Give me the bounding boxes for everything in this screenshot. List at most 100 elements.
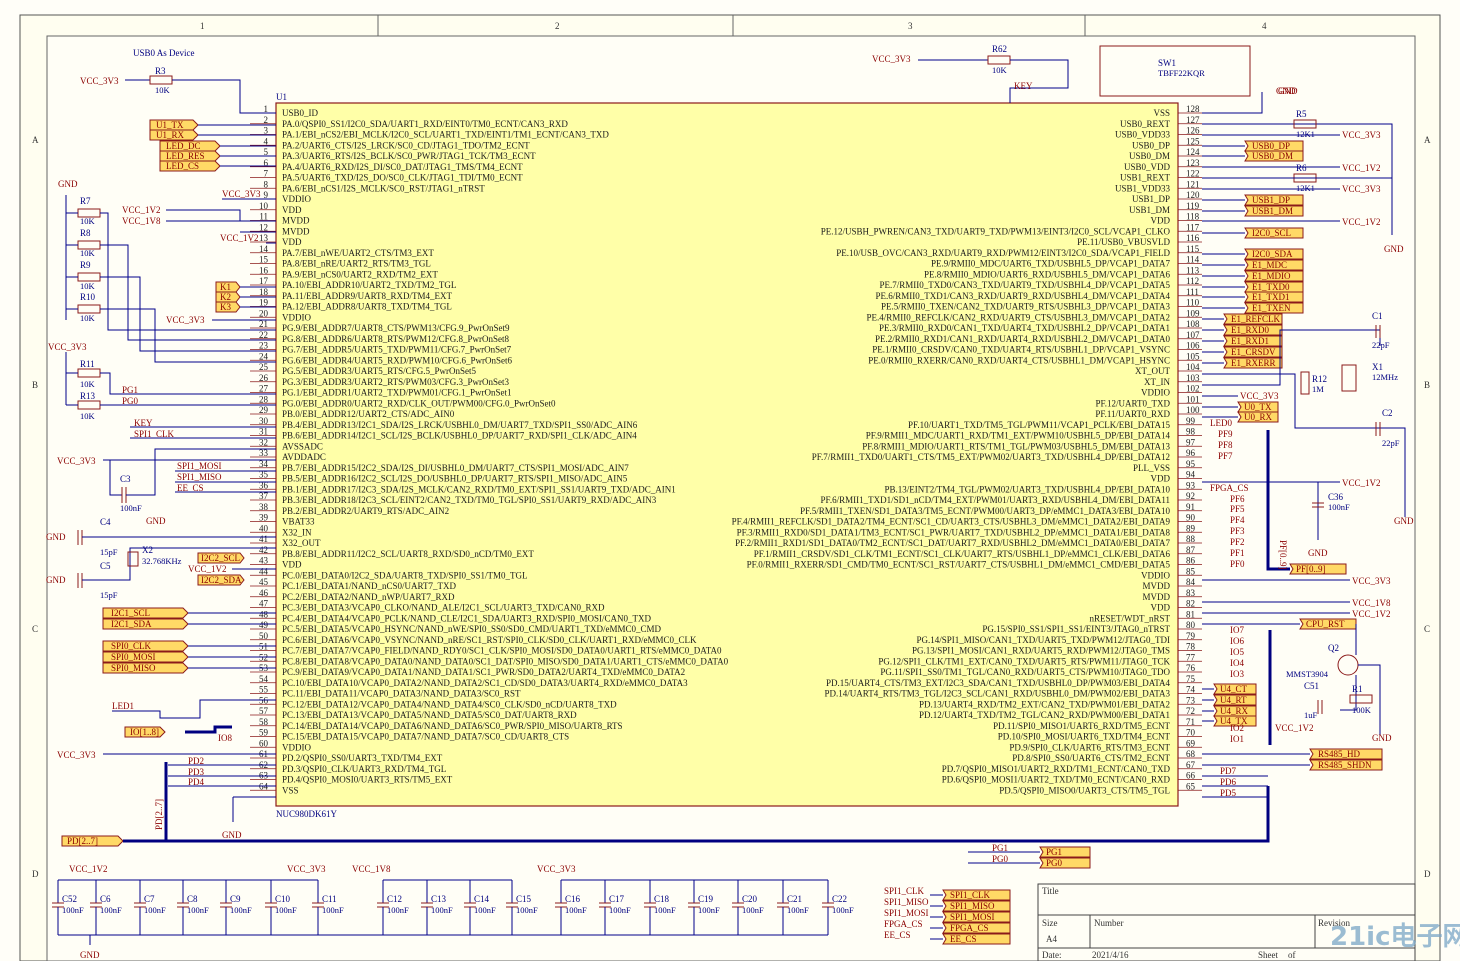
pin-number-13: 13 [259, 233, 269, 243]
net-gnd-c3: GND [146, 516, 166, 526]
net-vcc1v2-p70: VCC_1V2 [1275, 723, 1314, 733]
pin-label-84: MVDD [1142, 581, 1170, 591]
pin-number-124: 124 [1186, 147, 1200, 157]
pin-label-2: PA.0/QSPI0_SS1/I2C0_SDA/UART1_RXD/EINT0/… [282, 119, 568, 129]
pin-number-32: 32 [259, 437, 268, 447]
pin-number-20: 20 [259, 308, 269, 318]
net-vcc1v2-p10: VCC_1V2 [122, 205, 161, 215]
tag-k2: K2 [220, 292, 231, 302]
pin-label-41: X32_OUT [282, 538, 321, 548]
tag-e1-mdio: E1_MDIO [1252, 271, 1291, 281]
pin-label-1: USB0_ID [282, 108, 319, 118]
pin-number-95: 95 [1186, 459, 1196, 469]
r7-ref: R7 [80, 196, 91, 206]
c1-val: 22pF [1372, 340, 1390, 350]
net-pf6: PF6 [1230, 494, 1245, 504]
pin-number-69: 69 [1186, 738, 1196, 748]
pin-number-4: 4 [264, 136, 269, 146]
pin-label-101: PF.12/UART0_TXD [1096, 398, 1171, 408]
pin-label-40: X32_IN [282, 527, 312, 537]
net-vcc3v3-decoup-a: VCC_3V3 [287, 864, 326, 874]
usb-note: USB0 As Device [133, 48, 195, 58]
pin-number-26: 26 [259, 373, 269, 383]
net-io1: IO1 [1230, 734, 1244, 744]
net-gnd-pullup: GND [58, 179, 78, 189]
tag-led-cs: LED_CS [166, 161, 199, 171]
pin-label-37: PB.3/EBI_ADDR18/I2C3_SCL/EINT2/CAN2_TXD/… [282, 495, 657, 505]
pin-label-94: VDD [1151, 474, 1171, 484]
date-value: 2021/4/16 [1092, 950, 1129, 960]
cap-val-c19: 100nF [698, 905, 720, 915]
pin-number-78: 78 [1186, 642, 1196, 652]
net-vcc3v3-p121: VCC_3V3 [1342, 184, 1381, 194]
pin-label-50: PC.6/EBI_DATA6/VCAP0_VSYNC/NAND_nRE/SC1_… [282, 635, 697, 645]
net-vcc3v3-r5: VCC_3V3 [1342, 130, 1381, 140]
tag-spi1-miso: SPI1_MISO [950, 901, 995, 911]
pin-number-120: 120 [1186, 190, 1200, 200]
net-led0: LED0 [1210, 418, 1232, 428]
pin-number-126: 126 [1186, 126, 1200, 136]
net-gnd-p64: GND [222, 830, 242, 840]
pin-label-99: PF.10/UART1_TXD/TM5_TGL/PWM11/VCAP1_PCLK… [908, 420, 1170, 430]
net-vcc3v3-p20: VCC_3V3 [166, 315, 205, 325]
pin-label-124: USB0_DM [1129, 151, 1170, 161]
net-spi1mosi-bottom: SPI1_MOSI [884, 908, 929, 918]
c4-val: 15pF [100, 547, 118, 557]
pin-label-59: PC.15/EBI_DATA15/VCAP0_DATA7/NAND_DATA7/… [282, 732, 569, 742]
zone-row-right-B: B [1424, 380, 1430, 390]
pin-number-127: 127 [1186, 115, 1200, 125]
tag-usb0-dp: USB0_DP [1252, 141, 1290, 151]
pin-label-48: PC.4/EBI_DATA4/VCAP0_PCLK/NAND_CLE/I2C1_… [282, 613, 652, 623]
tag-k1: K1 [220, 282, 231, 292]
number-label: Number [1094, 918, 1124, 928]
pin-label-93: PB.13/EINT2/TM4_TGL/PWM02/UART3_TXD/USBH… [885, 484, 1171, 494]
pin-number-66: 66 [1186, 771, 1196, 781]
net-key: KEY [1014, 81, 1033, 91]
pin-number-54: 54 [259, 674, 269, 684]
pin-number-86: 86 [1186, 556, 1196, 566]
pin-label-63: PD.4/QSPI0_MOSI0/UART3_RTS/TM5_EXT [282, 775, 453, 785]
pin-number-49: 49 [259, 620, 269, 630]
pin-label-32: AVSSADC [282, 441, 323, 451]
net-vcc3v3-decoup-b: VCC_3V3 [537, 864, 576, 874]
net-pg0-left: PG0 [122, 396, 139, 406]
tag-spi0-miso: SPI0_MISO [111, 663, 156, 673]
pin-number-117: 117 [1186, 222, 1200, 232]
net-vcc3v3-r11: VCC_3V3 [48, 342, 87, 352]
pin-label-128: VSS [1153, 108, 1170, 118]
pin-label-91: PF.5/RMII1_TXEN/SD1_DATA3/TM5_ECNT/PWM00… [800, 506, 1170, 516]
tag-ee-cs: EE_CS [950, 934, 977, 944]
pin-number-79: 79 [1186, 631, 1196, 641]
tag-led-dc: LED_DC [166, 141, 201, 151]
tag-u0-rx: U0_RX [1244, 412, 1273, 422]
pin-number-103: 103 [1186, 373, 1200, 383]
zone-row-D: D [32, 869, 39, 879]
pin-label-11: MVDD [282, 216, 310, 226]
tag-spi0-clk: SPI0_CLK [111, 641, 152, 651]
pin-label-77: PG.12/SPI1_CLK/TM1_EXT/CAN0_TXD/UART5_RT… [878, 656, 1170, 666]
net-pf9: PF9 [1218, 429, 1233, 439]
pin-label-90: PF.4/RMII1_REFCLK/SD1_DATA2/TM4_ECNT/SC1… [732, 517, 1171, 527]
net-gnd-c4: GND [46, 532, 66, 542]
net-io7: IO7 [1230, 625, 1244, 635]
zone-col-3: 3 [908, 21, 913, 31]
pin-label-116: PE.11/USB0_VBUSVLD [1077, 237, 1170, 247]
x1-ref: X1 [1372, 362, 1383, 372]
x1-val: 12MHz [1372, 372, 1398, 382]
pin-number-30: 30 [259, 416, 269, 426]
c51-val: 1uF [1304, 710, 1318, 720]
pin-label-33: AVDDADC [282, 452, 326, 462]
pin-label-89: PF.3/RMII1_RXD0/SD1_DATA1/TM3_ECNT/SC1_P… [737, 527, 1171, 537]
pin-number-17: 17 [259, 276, 269, 286]
cap-val-c22: 100nF [832, 905, 854, 915]
pin-number-38: 38 [259, 502, 269, 512]
pin-label-75: PD.15/UART4_CTS/TM3_EXT/I2C3_SDA/CAN1_TX… [826, 678, 1171, 688]
pin-number-119: 119 [1186, 201, 1200, 211]
tag-e1-txen: E1_TXEN [1252, 303, 1291, 313]
tag-u4-rx: U4_RX [1220, 706, 1249, 716]
net-vcc3v3-c3: VCC_3V3 [57, 456, 96, 466]
tag-pd-bus: PD[2..7] [67, 836, 98, 846]
r62-val: 10K [992, 65, 1008, 75]
pin-label-16: PA.9/EBI_nCS0/UART2_RXD/TM2_EXT [282, 269, 438, 279]
pin-label-100: PF.11/UART0_RXD [1095, 409, 1170, 419]
